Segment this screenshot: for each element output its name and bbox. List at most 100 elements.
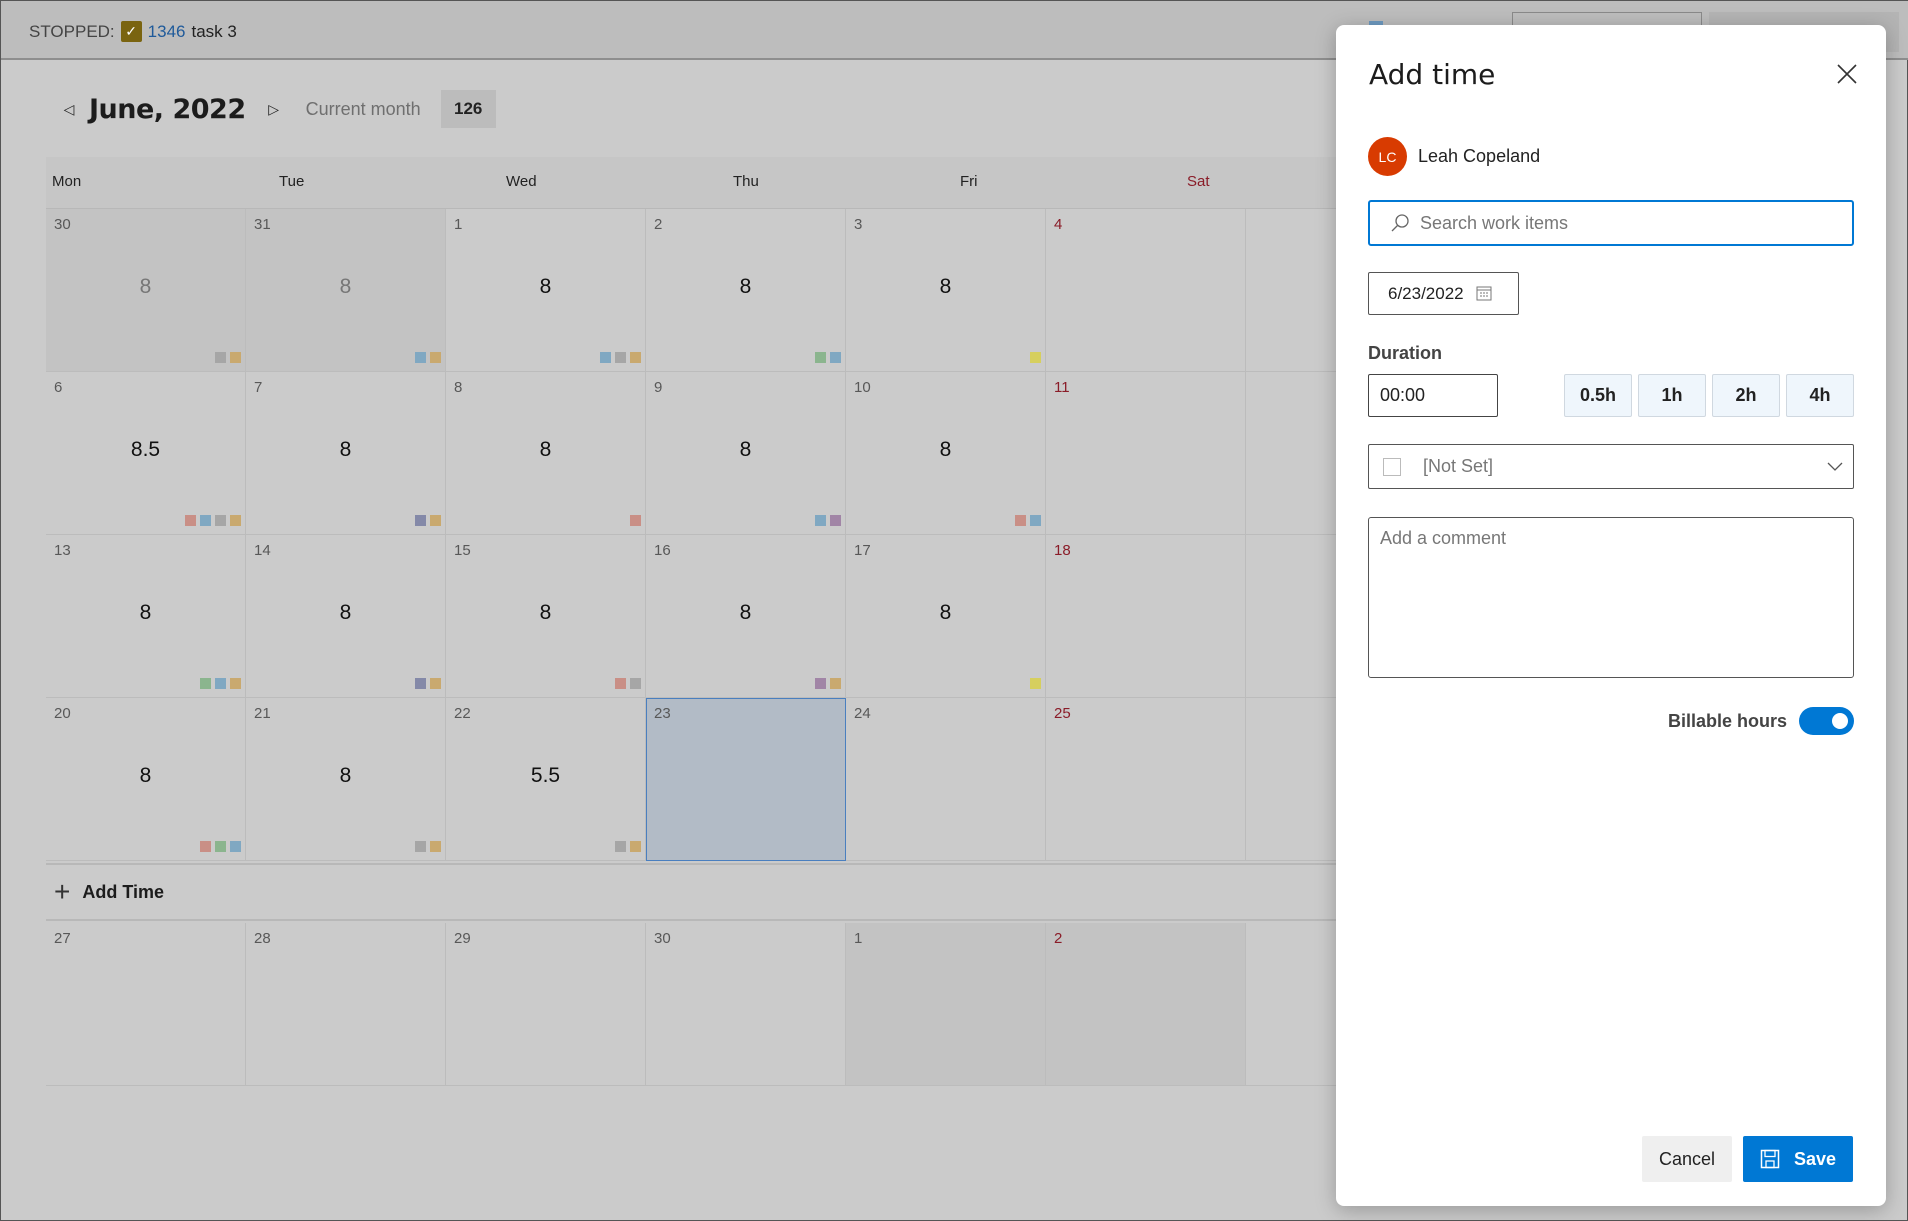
day-cell[interactable]: 38 [846, 209, 1046, 372]
day-number: 14 [254, 542, 271, 559]
work-item-marker-tan [230, 678, 241, 689]
day-hours: 8 [139, 601, 152, 624]
day-cell[interactable]: 23 [646, 698, 846, 861]
work-item-marker-navy [415, 515, 426, 526]
calendar-grid: Mon Tue Wed Thu Fri Sat 30 8 31 8 1 8 2 8 3 8 4 6 8.5 7 8 8 8… [46, 157, 1446, 1086]
work-item-marker-blue [815, 515, 826, 526]
search-field[interactable] [1368, 200, 1854, 246]
day-cell[interactable]: 18 [1046, 535, 1246, 698]
day-cell[interactable]: 27 [46, 923, 246, 1086]
day-cell[interactable]: 21 8 [246, 698, 446, 861]
date-value: 6/23/2022 [1388, 283, 1464, 303]
day-cell[interactable]: 78 [246, 372, 446, 535]
weekday-wed: Wed [506, 173, 537, 190]
duration-input[interactable] [1368, 374, 1498, 417]
work-item-marker-red [630, 515, 641, 526]
work-item-markers [1015, 515, 1041, 526]
day-cell[interactable]: 17 8 [846, 535, 1046, 698]
work-item-marker-blue [215, 678, 226, 689]
current-month-button[interactable]: Current month [306, 99, 421, 120]
day-cell[interactable]: 28 [646, 209, 846, 372]
work-item-markers [615, 678, 641, 689]
day-cell[interactable]: 98 [646, 372, 846, 535]
comment-field[interactable] [1368, 517, 1854, 678]
work-item-marker-red [185, 515, 196, 526]
day-number: 3 [854, 216, 863, 233]
billable-toggle[interactable] [1799, 707, 1854, 735]
work-item-markers [815, 678, 841, 689]
day-cell[interactable]: 4 [1046, 209, 1246, 372]
quick-duration-2h-button[interactable]: 2h [1712, 374, 1780, 417]
work-item-marker-tan [430, 678, 441, 689]
day-number: 27 [54, 930, 71, 947]
day-number: 24 [854, 705, 871, 722]
calendar-icon[interactable] [1476, 286, 1492, 301]
day-cell[interactable]: 25 [1046, 698, 1246, 861]
day-cell[interactable]: 1 [846, 923, 1046, 1086]
work-item-markers [215, 352, 241, 363]
save-button[interactable]: Save [1743, 1136, 1853, 1182]
search-input[interactable] [1420, 212, 1820, 234]
day-cell[interactable]: 20 8 [46, 698, 246, 861]
add-time-label: Add Time [82, 881, 165, 902]
day-cell[interactable]: 14 8 [246, 535, 446, 698]
date-picker[interactable]: 6/23/2022 [1368, 272, 1519, 315]
task-name: task 3 [191, 21, 237, 41]
day-hours: 8 [739, 601, 752, 624]
work-item-marker-yellow [1030, 352, 1041, 363]
day-hours: 5.5 [530, 764, 561, 787]
day-hours: 8 [739, 275, 752, 298]
work-item-markers [415, 841, 441, 852]
calendar-week: 30 8 31 8 1 8 2 8 3 8 4 [46, 209, 1446, 372]
day-cell[interactable]: 30 [646, 923, 846, 1086]
close-icon[interactable] [1832, 59, 1862, 89]
day-cell[interactable]: 11 [1046, 372, 1246, 535]
day-cell[interactable]: 15 8 [446, 535, 646, 698]
day-number: 4 [1054, 216, 1063, 233]
day-cell[interactable]: 16 8 [646, 535, 846, 698]
work-item-marker-blue [830, 352, 841, 363]
quick-duration-1h-button[interactable]: 1h [1638, 374, 1706, 417]
work-item-marker-blue [600, 352, 611, 363]
day-cell[interactable]: 10 8 [846, 372, 1046, 535]
day-number: 18 [1054, 542, 1071, 559]
work-item-marker-tan [830, 678, 841, 689]
work-item-marker-tan [430, 841, 441, 852]
weekday-tue: Tue [279, 173, 305, 190]
day-cell[interactable]: 31 8 [246, 209, 446, 372]
billable-row: Billable hours [1668, 707, 1854, 735]
day-cell[interactable]: 29 [446, 923, 646, 1086]
work-item-markers [630, 515, 641, 526]
day-cell[interactable]: 2 [1046, 923, 1246, 1086]
cancel-button[interactable]: Cancel [1642, 1136, 1732, 1182]
day-cell[interactable]: 18 [446, 209, 646, 372]
day-cell[interactable]: 24 [846, 698, 1046, 861]
day-number: 2 [1054, 930, 1063, 947]
weekday-header: Mon Tue Wed Thu Fri Sat [46, 157, 1446, 209]
day-cell[interactable]: 28 [246, 923, 446, 1086]
add-time-button[interactable]: + Add Time [46, 863, 1446, 921]
activity-dropdown[interactable]: [Not Set] [1368, 444, 1854, 489]
next-month-icon[interactable]: ▷ [264, 101, 284, 118]
day-number: 10 [854, 379, 871, 396]
timer-state: STOPPED: [29, 21, 115, 41]
task-id-link[interactable]: 1346 [148, 22, 186, 42]
day-number: 15 [454, 542, 471, 559]
work-item-marker-gray [215, 515, 226, 526]
calendar-week: 13 8 14 8 15 8 16 8 17 8 18 [46, 535, 1446, 698]
day-number: 9 [654, 379, 663, 396]
day-cell[interactable]: 30 8 [46, 209, 246, 372]
quick-duration-0-5h-button[interactable]: 0.5h [1564, 374, 1632, 417]
work-item-markers [615, 841, 641, 852]
previous-month-icon[interactable]: ◁ [59, 101, 79, 118]
day-cell[interactable]: 22 5.5 [446, 698, 646, 861]
work-item-marker-blue [415, 352, 426, 363]
day-cell[interactable]: 88 [446, 372, 646, 535]
work-item-marker-tan [230, 515, 241, 526]
work-item-markers [1030, 352, 1041, 363]
day-hours: 8 [939, 438, 952, 461]
day-cell[interactable]: 13 8 [46, 535, 246, 698]
work-item-markers [415, 515, 441, 526]
day-cell[interactable]: 6 8.5 [46, 372, 246, 535]
quick-duration-4h-button[interactable]: 4h [1786, 374, 1854, 417]
